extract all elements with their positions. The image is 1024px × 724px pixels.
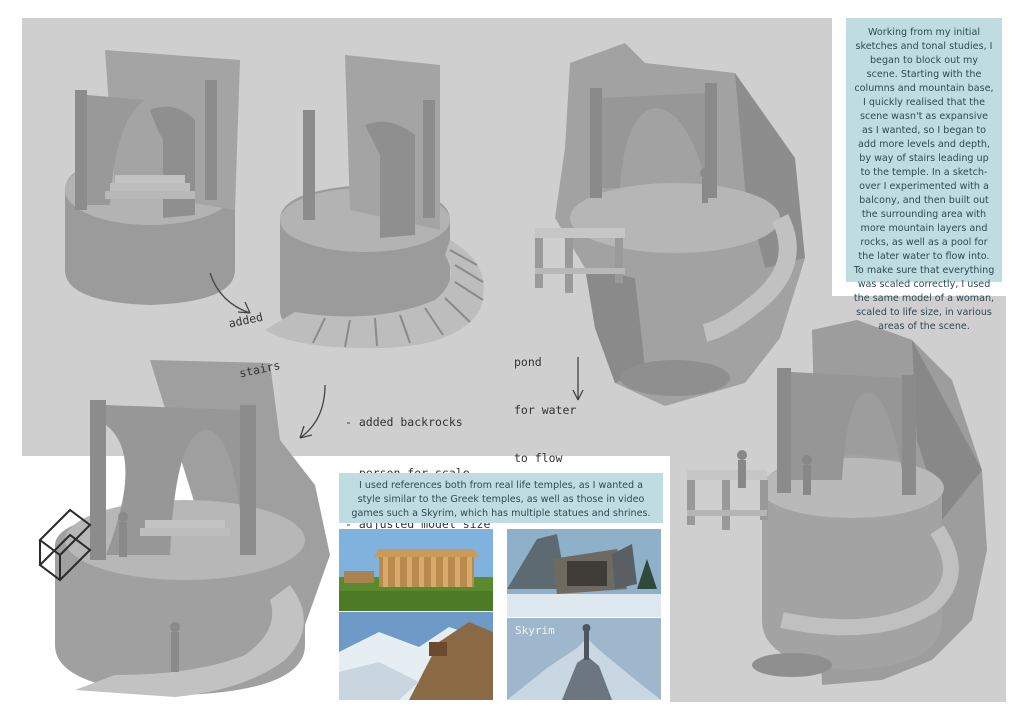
- annotation-line: stairs: [237, 358, 282, 381]
- annotation-line: - added backrocks: [345, 415, 463, 429]
- reference-photo-greek-temple: [339, 529, 493, 611]
- reference-photo-skyrim-ruins: [507, 529, 661, 617]
- temple-model-stairs: [265, 55, 484, 349]
- skyrim-label: Skyrim: [515, 624, 555, 637]
- references-note: I used references both from real life te…: [339, 473, 663, 523]
- arrow-icon: [572, 357, 584, 401]
- reference-photo-mountain-shrine: [339, 612, 493, 700]
- annotation-line: pond: [514, 355, 542, 369]
- arrow-icon: [299, 384, 326, 439]
- temple-model-final: [687, 320, 987, 685]
- arrow-icon: [209, 272, 251, 314]
- annotation-changes: - added backrocks - person for scale - a…: [345, 380, 490, 550]
- annotation-line: to flow: [514, 451, 563, 465]
- process-note: Working from my initial sketches and ton…: [846, 18, 1002, 332]
- reference-photo-skyrim-statue: Skyrim: [507, 618, 661, 700]
- temple-model-adjusted: [38, 360, 330, 697]
- annotation-line: for water: [514, 403, 577, 417]
